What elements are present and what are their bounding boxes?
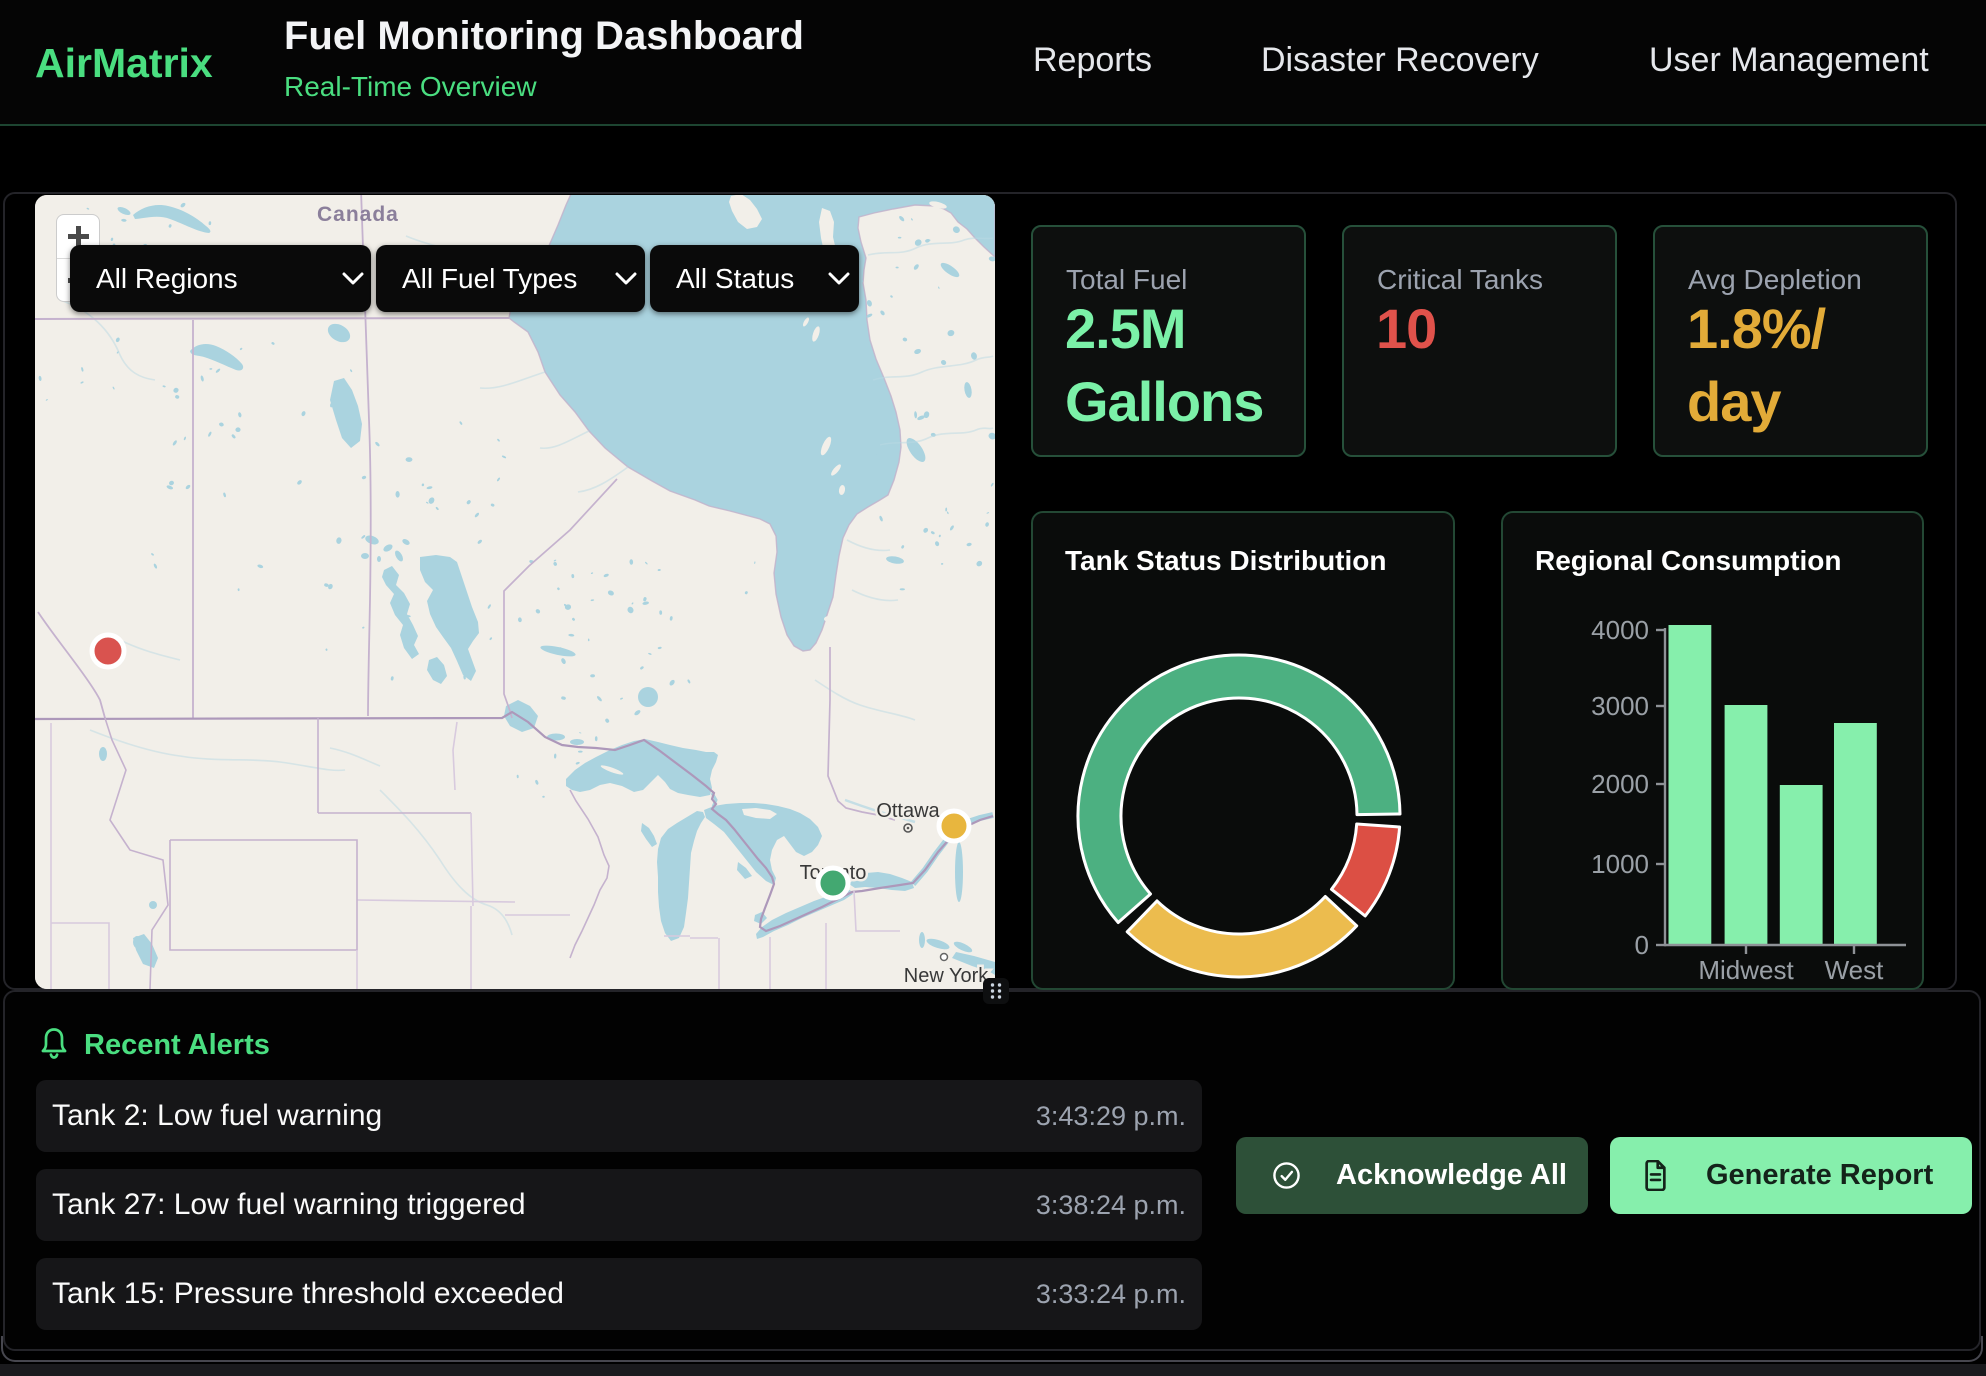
svg-text:3000: 3000: [1591, 691, 1649, 721]
svg-text:1000: 1000: [1591, 849, 1649, 879]
svg-text:2000: 2000: [1591, 769, 1649, 799]
svg-text:West: West: [1825, 955, 1885, 985]
svg-text:New York: New York: [904, 965, 989, 987]
svg-text:0: 0: [1635, 930, 1649, 960]
svg-text:Midwest: Midwest: [1698, 955, 1794, 985]
svg-text:4000: 4000: [1591, 615, 1649, 645]
svg-text:Ottawa: Ottawa: [876, 800, 940, 822]
svg-text:Canada: Canada: [317, 203, 399, 226]
